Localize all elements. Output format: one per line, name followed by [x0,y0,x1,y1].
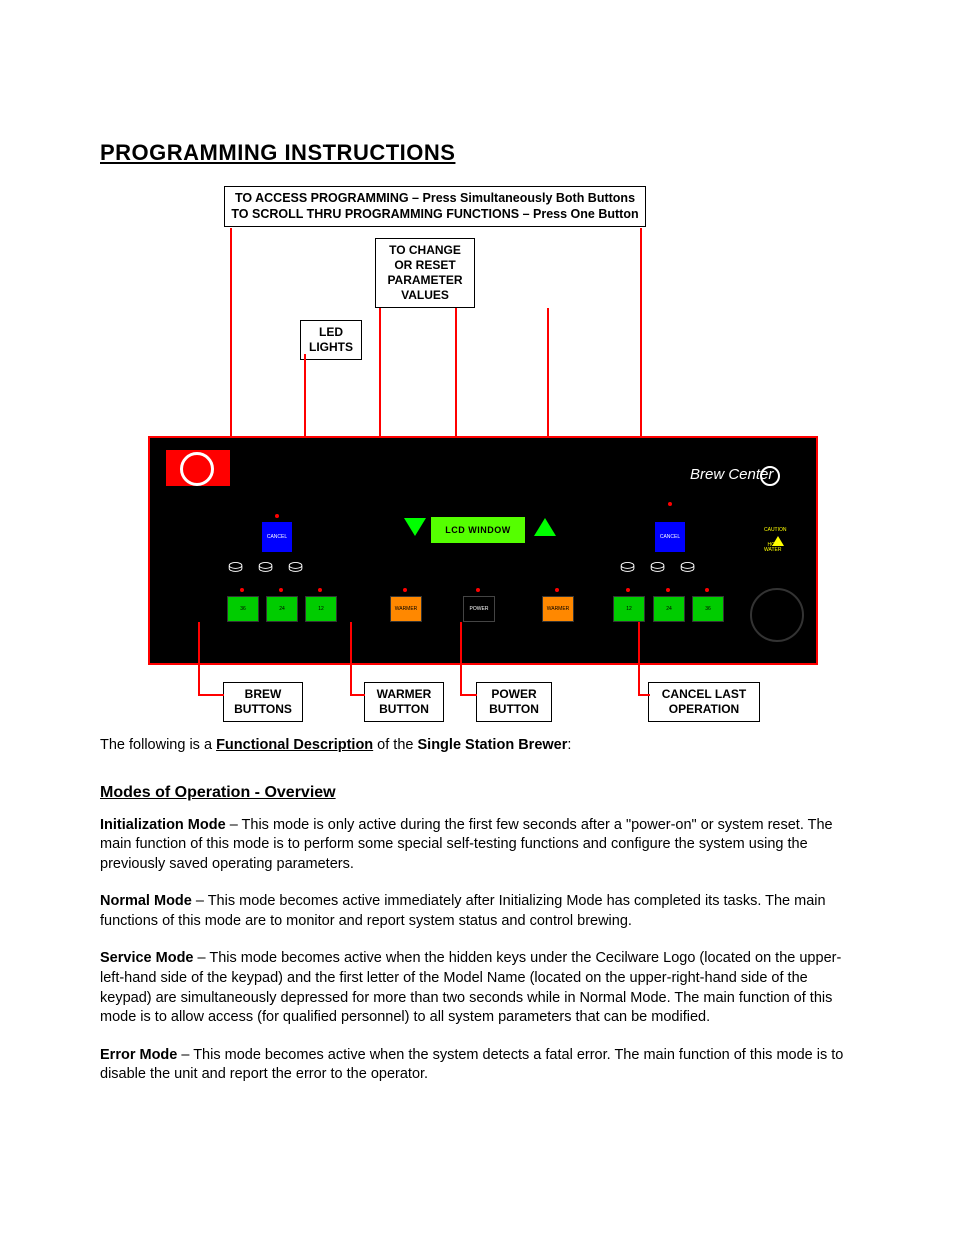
led-icon [626,588,630,592]
cancel-left-button[interactable]: CANCEL [262,522,292,552]
mode-name: Normal Mode [100,893,192,909]
mode-name: Initialization Mode [100,817,226,833]
led-icon [275,514,279,518]
callout-warmer: WARMER BUTTON [364,682,444,722]
barrel-icon [620,556,646,578]
barrel-icon [680,556,706,578]
text: The following is a [100,737,216,753]
intro-paragraph: The following is a Functional Descriptio… [100,736,860,756]
led-icon [666,588,670,592]
barrel-icon [228,556,254,578]
normal-mode-paragraph: Normal Mode – This mode becomes active i… [100,892,860,931]
page-title: PROGRAMMING INSTRUCTIONS [100,140,860,166]
mode-body: – This mode becomes active immediately a… [100,893,826,929]
mode-body: – This mode becomes active when the syst… [100,1047,843,1083]
led-icon [240,588,244,592]
warmer-left-button[interactable]: WARMER [390,596,422,622]
mode-name: Error Mode [100,1047,177,1063]
led-icon [705,588,709,592]
callout-change: TO CHANGE OR RESET PARAMETER VALUES [375,238,475,308]
lcd-window: LCD WINDOW [430,516,526,544]
warmer-right-button[interactable]: WARMER [542,596,574,622]
logo-icon [166,450,230,486]
panel-diagram: TO ACCESS PROGRAMMING – Press Simultaneo… [100,186,860,736]
up-arrow-icon[interactable] [534,518,556,536]
callout-access-line1: TO ACCESS PROGRAMMING – Press Simultaneo… [231,191,639,207]
led-icon [555,588,559,592]
down-arrow-icon[interactable] [404,518,426,536]
modes-heading: Modes of Operation - Overview [100,784,860,802]
led-icon [318,588,322,592]
callout-power: POWER BUTTON [476,682,552,722]
cancel-right-button[interactable]: CANCEL [655,522,685,552]
mode-body: – This mode becomes active when the hidd… [100,950,841,1025]
callout-cancel: CANCEL LAST OPERATION [648,682,760,722]
text: : [567,737,571,753]
functional-description-label: Functional Description [216,737,373,753]
error-mode-paragraph: Error Mode – This mode becomes active wh… [100,1046,860,1085]
callout-led: LED LIGHTS [300,320,362,360]
barrel-icon [258,556,284,578]
brew-24-left-button[interactable]: 24 [266,596,298,622]
control-panel: Brew Center LCD WINDOW CANCEL CANCEL [148,436,818,665]
service-mode-paragraph: Service Mode – This mode becomes active … [100,949,860,1027]
led-icon [668,502,672,506]
led-icon [279,588,283,592]
caution-triangle-icon [772,536,784,546]
callout-access: TO ACCESS PROGRAMMING – Press Simultaneo… [224,186,646,227]
init-mode-paragraph: Initialization Mode – This mode is only … [100,816,860,875]
callout-access-line2: TO SCROLL THRU PROGRAMMING FUNCTIONS – P… [231,207,639,223]
barrel-icon [288,556,314,578]
barrel-icon [650,556,676,578]
brew-24-right-button[interactable]: 24 [653,596,685,622]
callout-brew: BREW BUTTONS [223,682,303,722]
brew-36-left-button[interactable]: 36 [227,596,259,622]
brew-12-right-button[interactable]: 12 [613,596,645,622]
brew-12-left-button[interactable]: 12 [305,596,337,622]
mode-name: Service Mode [100,950,194,966]
brew-36-right-button[interactable]: 36 [692,596,724,622]
led-icon [476,588,480,592]
text: of the [373,737,417,753]
single-station-brewer-label: Single Station Brewer [418,737,568,753]
dial-icon[interactable] [750,588,804,642]
brand-label: Brew Center [690,466,773,483]
power-button[interactable]: POWER [463,596,495,622]
led-icon [403,588,407,592]
